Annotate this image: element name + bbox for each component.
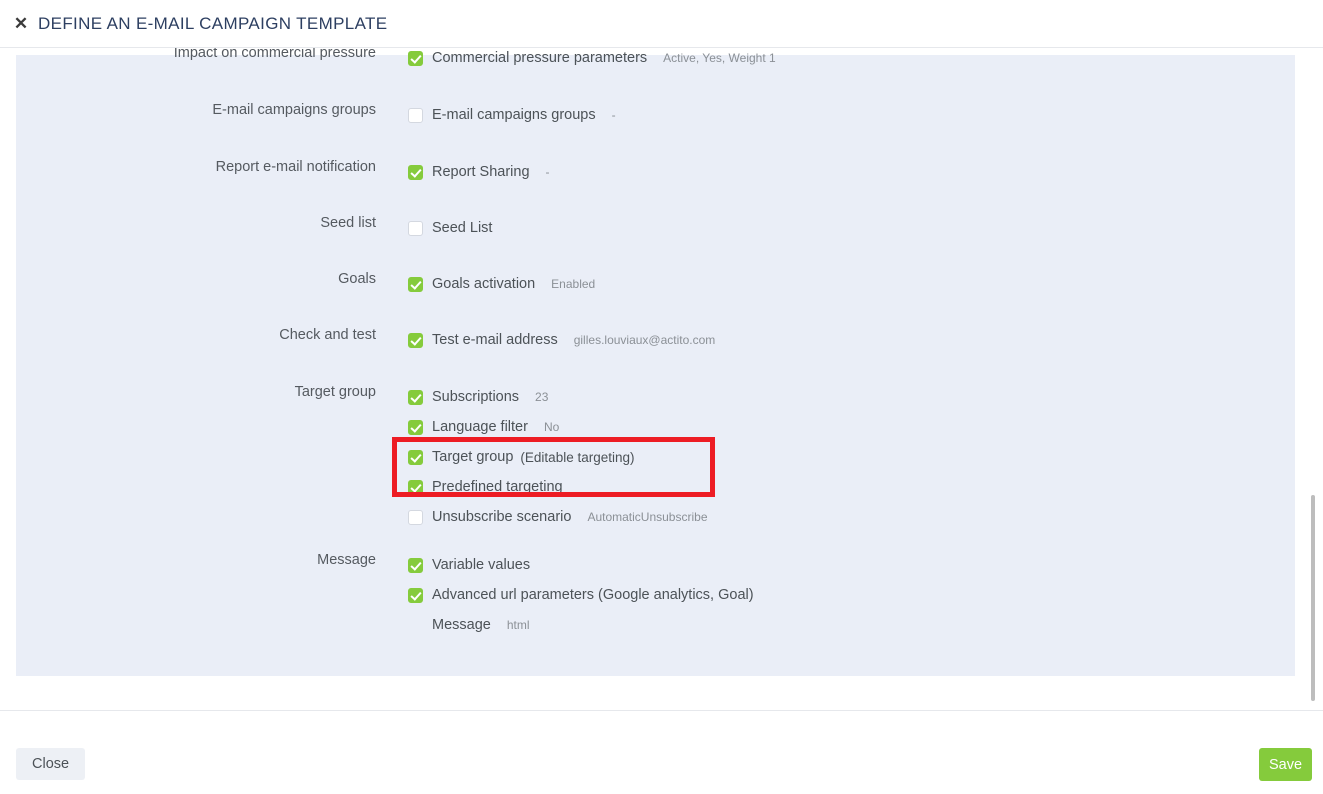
field-value: - bbox=[545, 165, 550, 179]
row-fields: E-mail campaigns groups - bbox=[408, 100, 616, 130]
row-label: Goals bbox=[338, 271, 376, 287]
close-button[interactable]: Close bbox=[16, 748, 86, 780]
field-label: Report Sharing bbox=[432, 164, 530, 180]
checkbox-unchecked-icon[interactable] bbox=[408, 509, 423, 525]
field-value: Active, Yes, Weight 1 bbox=[663, 51, 776, 65]
form-row-target-group: Target group Subscriptions 23 Language f… bbox=[16, 382, 708, 532]
field-label: E-mail campaigns groups bbox=[432, 107, 596, 123]
checkbox-checked-icon[interactable] bbox=[408, 389, 423, 405]
checkbox-checked-icon[interactable] bbox=[408, 587, 423, 603]
row-fields: Subscriptions 23 Language filter No Targ… bbox=[408, 382, 708, 532]
field-value: 23 bbox=[535, 390, 549, 404]
checkbox-checked-icon[interactable] bbox=[408, 50, 423, 66]
field-variable-values[interactable]: Variable values bbox=[408, 550, 754, 580]
save-button[interactable]: Save bbox=[1259, 748, 1312, 781]
row-label: Check and test bbox=[279, 327, 376, 343]
field-subscriptions[interactable]: Subscriptions 23 bbox=[408, 382, 708, 412]
field-test-email-address[interactable]: Test e-mail address gilles.louviaux@acti… bbox=[408, 325, 715, 355]
row-label: Target group bbox=[294, 384, 376, 400]
field-label: Message bbox=[432, 617, 491, 633]
field-label: Predefined targeting bbox=[432, 479, 563, 495]
dialog-header: ✕ DEFINE AN E-MAIL CAMPAIGN TEMPLATE bbox=[0, 0, 1323, 48]
form-row-commercial-pressure: Impact on commercial pressure Commercial… bbox=[16, 48, 776, 73]
field-annotation: (Editable targeting) bbox=[520, 449, 635, 465]
field-seed-list[interactable]: Seed List bbox=[408, 213, 508, 243]
checkbox-checked-icon[interactable] bbox=[408, 479, 423, 495]
field-label: Advanced url parameters (Google analytic… bbox=[432, 587, 754, 603]
field-value: gilles.louviaux@actito.com bbox=[573, 333, 716, 347]
field-value: html bbox=[506, 618, 530, 632]
field-commercial-pressure-parameters[interactable]: Commercial pressure parameters Active, Y… bbox=[408, 48, 776, 73]
field-message-format: Message html bbox=[408, 610, 754, 640]
field-predefined-targeting[interactable]: Predefined targeting bbox=[408, 472, 708, 502]
field-value: No bbox=[543, 420, 560, 434]
form-row-goals: Goals Goals activation Enabled bbox=[16, 269, 595, 299]
form-row-message: Message Variable values Advanced url par… bbox=[16, 550, 754, 640]
field-value: Enabled bbox=[551, 277, 596, 291]
close-icon[interactable]: ✕ bbox=[4, 15, 38, 32]
field-email-campaigns-groups[interactable]: E-mail campaigns groups - bbox=[408, 100, 616, 130]
row-label: Report e-mail notification bbox=[215, 159, 376, 175]
row-fields: Test e-mail address gilles.louviaux@acti… bbox=[408, 325, 715, 355]
checkbox-checked-icon[interactable] bbox=[408, 557, 423, 573]
row-fields: Variable values Advanced url parameters … bbox=[408, 550, 754, 640]
form-row-report-email-notification: Report e-mail notification Report Sharin… bbox=[16, 157, 550, 187]
row-label: Seed list bbox=[320, 215, 376, 231]
field-unsubscribe-scenario[interactable]: Unsubscribe scenario AutomaticUnsubscrib… bbox=[408, 502, 708, 532]
field-value: - bbox=[611, 108, 616, 122]
field-goals-activation[interactable]: Goals activation Enabled bbox=[408, 269, 595, 299]
field-label: Target group bbox=[432, 449, 514, 465]
checkbox-unchecked-icon[interactable] bbox=[408, 107, 423, 123]
row-fields: Report Sharing - bbox=[408, 157, 550, 187]
field-report-sharing[interactable]: Report Sharing - bbox=[408, 157, 550, 187]
row-fields: Goals activation Enabled bbox=[408, 269, 595, 299]
row-label: E-mail campaigns groups bbox=[212, 102, 376, 118]
row-label: Message bbox=[317, 552, 376, 568]
field-label: Test e-mail address bbox=[432, 332, 558, 348]
dialog-body-scroll[interactable]: Impact on commercial pressure Commercial… bbox=[0, 48, 1323, 710]
field-value: AutomaticUnsubscribe bbox=[587, 510, 708, 524]
form-row-check-and-test: Check and test Test e-mail address gille… bbox=[16, 325, 715, 355]
row-fields: Commercial pressure parameters Active, Y… bbox=[408, 48, 776, 73]
field-target-group[interactable]: Target group (Editable targeting) bbox=[408, 442, 708, 472]
checkbox-checked-icon[interactable] bbox=[408, 449, 423, 465]
checkbox-checked-icon[interactable] bbox=[408, 419, 423, 435]
field-label: Goals activation bbox=[432, 276, 536, 292]
field-label: Commercial pressure parameters bbox=[432, 50, 648, 66]
form-row-seed-list: Seed list Seed List bbox=[16, 213, 508, 243]
summary-panel: Impact on commercial pressure Commercial… bbox=[16, 48, 1295, 676]
form-row-email-campaigns-groups: E-mail campaigns groups E-mail campaigns… bbox=[16, 100, 616, 130]
page-title: DEFINE AN E-MAIL CAMPAIGN TEMPLATE bbox=[38, 13, 388, 33]
field-language-filter[interactable]: Language filter No bbox=[408, 412, 708, 442]
row-fields: Seed List bbox=[408, 213, 508, 243]
dialog-footer: Close Save bbox=[0, 710, 1323, 794]
field-label: Unsubscribe scenario bbox=[432, 509, 572, 525]
vertical-scrollbar-thumb[interactable] bbox=[1311, 495, 1315, 701]
field-label: Language filter bbox=[432, 419, 528, 435]
field-label: Variable values bbox=[432, 557, 531, 573]
checkbox-checked-icon[interactable] bbox=[408, 276, 423, 292]
checkbox-checked-icon[interactable] bbox=[408, 164, 423, 180]
field-advanced-url-parameters[interactable]: Advanced url parameters (Google analytic… bbox=[408, 580, 754, 610]
row-label: Impact on commercial pressure bbox=[173, 48, 376, 61]
field-label: Seed List bbox=[432, 220, 493, 236]
checkbox-unchecked-icon[interactable] bbox=[408, 220, 423, 236]
checkbox-checked-icon[interactable] bbox=[408, 332, 423, 348]
field-label: Subscriptions bbox=[432, 389, 520, 405]
